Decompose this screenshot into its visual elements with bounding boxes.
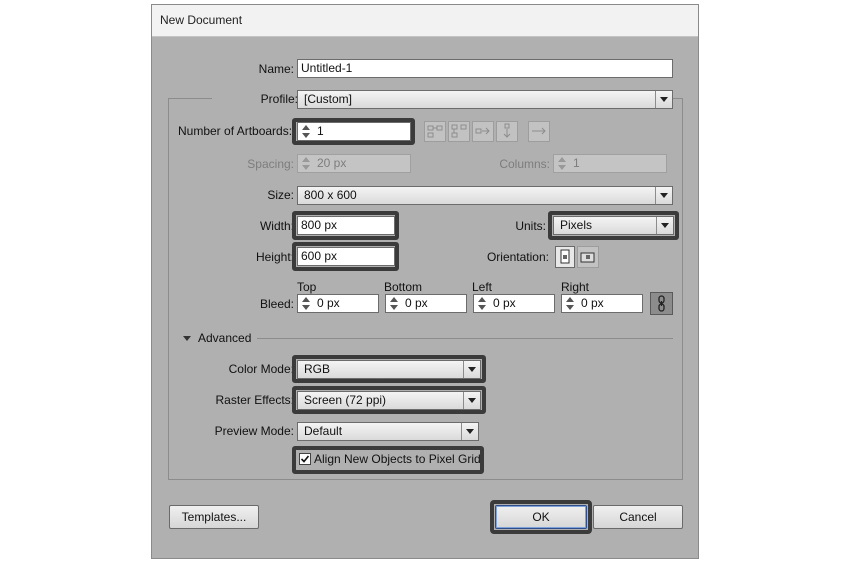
disclosure-triangle-icon[interactable] xyxy=(183,336,191,341)
bleed-top-label: Top xyxy=(297,280,317,294)
size-value: 800 x 600 xyxy=(304,188,357,202)
grid-by-row-icon[interactable] xyxy=(424,121,446,142)
chevron-down-icon xyxy=(655,187,672,204)
profile-value: [Custom] xyxy=(304,92,353,106)
landscape-icon[interactable] xyxy=(577,246,599,268)
arrange-by-row-icon[interactable] xyxy=(472,121,494,142)
color-mode-value: RGB xyxy=(304,362,331,376)
artboards-stepper-icon[interactable] xyxy=(299,123,313,140)
dialog-title: New Document xyxy=(160,13,243,27)
name-input[interactable]: Untitled-1 xyxy=(297,59,673,78)
align-grid-label: Align New Objects to Pixel Grid xyxy=(314,452,481,466)
size-select[interactable]: 800 x 600 xyxy=(297,186,673,205)
units-select[interactable]: Pixels xyxy=(553,216,674,235)
chevron-down-icon xyxy=(655,91,672,108)
bleed-label: Bleed: xyxy=(259,297,294,311)
raster-effects-label: Raster Effects: xyxy=(215,393,294,407)
chevron-down-icon xyxy=(461,423,478,440)
grid-by-column-icon[interactable] xyxy=(448,121,470,142)
columns-label: Columns: xyxy=(499,157,550,171)
profile-select[interactable]: [Custom] xyxy=(297,90,673,109)
bleed-top-stepper-icon[interactable] xyxy=(299,295,313,312)
orientation-label: Orientation: xyxy=(486,250,549,264)
spacing-input[interactable]: 20 px xyxy=(297,154,411,173)
ok-button[interactable]: OK xyxy=(495,505,587,529)
units-label: Units: xyxy=(515,219,546,233)
units-value: Pixels xyxy=(560,218,593,232)
chevron-down-icon xyxy=(656,217,673,234)
link-bleed-icon[interactable] xyxy=(650,292,673,315)
bleed-bottom-label: Bottom xyxy=(384,280,423,294)
artboards-input[interactable]: 1 xyxy=(297,122,411,141)
size-label: Size: xyxy=(267,188,294,202)
advanced-separator xyxy=(257,338,673,339)
cancel-button[interactable]: Cancel xyxy=(593,505,683,529)
templates-button[interactable]: Templates... xyxy=(169,505,259,529)
preview-mode-select[interactable]: Default xyxy=(297,422,479,441)
columns-stepper-icon[interactable] xyxy=(555,155,569,172)
height-label: Height: xyxy=(255,250,294,264)
bleed-right-label: Right xyxy=(561,280,590,294)
spacing-label: Spacing: xyxy=(247,157,294,171)
artboards-label: Number of Artboards: xyxy=(178,124,293,138)
name-label: Name: xyxy=(258,62,294,76)
width-input[interactable]: 800 px xyxy=(297,216,395,235)
chevron-down-icon xyxy=(463,392,480,409)
bleed-bottom-stepper-icon[interactable] xyxy=(387,295,401,312)
chevron-down-icon xyxy=(463,361,480,378)
raster-effects-value: Screen (72 ppi) xyxy=(304,393,387,407)
color-mode-label: Color Mode: xyxy=(228,362,294,376)
preview-mode-label: Preview Mode: xyxy=(214,424,294,438)
bleed-left-stepper-icon[interactable] xyxy=(475,295,489,312)
color-mode-select[interactable]: RGB xyxy=(297,360,481,379)
new-document-dialog: New Document Name: Untitled-1 Profile: [… xyxy=(151,4,699,559)
spacing-stepper-icon[interactable] xyxy=(299,155,313,172)
columns-input[interactable]: 1 xyxy=(553,154,667,173)
dialog-titlebar: New Document xyxy=(152,5,698,37)
align-grid-checkbox[interactable] xyxy=(299,453,311,465)
width-label: Width: xyxy=(259,219,294,233)
profile-label: Profile: xyxy=(212,92,298,106)
portrait-icon[interactable] xyxy=(555,246,575,268)
raster-effects-select[interactable]: Screen (72 ppi) xyxy=(297,391,481,410)
preview-mode-value: Default xyxy=(304,424,343,438)
arrange-by-column-icon[interactable] xyxy=(496,121,518,142)
advanced-label[interactable]: Advanced xyxy=(198,331,251,345)
height-input[interactable]: 600 px xyxy=(297,247,395,266)
left-to-right-layout-icon[interactable] xyxy=(528,121,550,142)
bleed-left-label: Left xyxy=(472,280,493,294)
bleed-right-stepper-icon[interactable] xyxy=(563,295,577,312)
